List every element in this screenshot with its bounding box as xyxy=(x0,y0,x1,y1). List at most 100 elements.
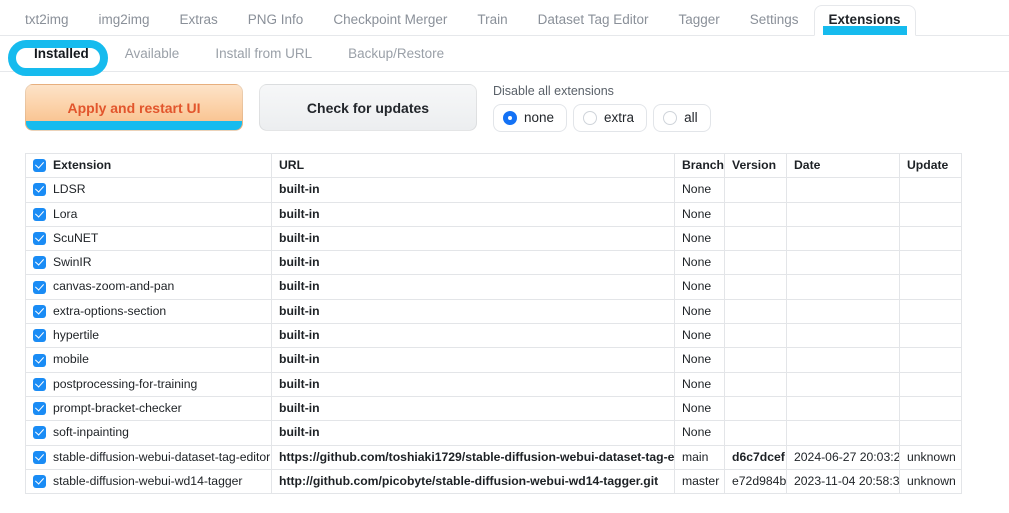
main-tab-label: img2img xyxy=(99,12,150,27)
cell-extension-name: LDSR xyxy=(26,178,272,202)
cell-url[interactable]: built-in xyxy=(272,421,675,445)
extension-name-label: canvas-zoom-and-pan xyxy=(53,280,174,293)
extensions-table-head: Extension URL Branch Version Date Update xyxy=(26,154,962,178)
cell-date xyxy=(787,251,900,275)
cell-date xyxy=(787,226,900,250)
extension-enabled-checkbox[interactable] xyxy=(33,402,46,415)
extension-enabled-checkbox[interactable] xyxy=(33,256,46,269)
check-for-updates-button[interactable]: Check for updates xyxy=(259,84,477,131)
main-tab-label: Checkpoint Merger xyxy=(333,12,447,27)
main-tab-txt2img[interactable]: txt2img xyxy=(10,5,84,36)
apply-and-restart-ui-label: Apply and restart UI xyxy=(67,100,200,116)
disable-all-extensions-label: Disable all extensions xyxy=(493,85,711,98)
cell-date xyxy=(787,178,900,202)
main-tab-dataset-tag-editor[interactable]: Dataset Tag Editor xyxy=(523,5,664,36)
select-all-checkbox[interactable] xyxy=(33,159,46,172)
main-tab-settings[interactable]: Settings xyxy=(735,5,814,36)
cell-version xyxy=(725,324,787,348)
extension-enabled-checkbox[interactable] xyxy=(33,354,46,367)
main-tab-png-info[interactable]: PNG Info xyxy=(233,5,319,36)
cell-url[interactable]: https://github.com/toshiaki1729/stable-d… xyxy=(272,445,675,469)
extensions-tab-highlight-annotation xyxy=(823,26,907,35)
radio-option-all[interactable]: all xyxy=(653,104,711,132)
sub-tab-installed[interactable]: Installed xyxy=(16,41,107,67)
cell-url[interactable]: built-in xyxy=(272,299,675,323)
table-row: hypertilebuilt-inNone xyxy=(26,324,962,348)
table-row: ScuNETbuilt-inNone xyxy=(26,226,962,250)
extension-name-label: ScuNET xyxy=(53,232,98,245)
extension-name-label: postprocessing-for-training xyxy=(53,378,197,391)
extension-enabled-checkbox[interactable] xyxy=(33,281,46,294)
cell-version: d6c7dcef xyxy=(725,445,787,469)
cell-url[interactable]: built-in xyxy=(272,202,675,226)
cell-url[interactable]: built-in xyxy=(272,226,675,250)
cell-branch: None xyxy=(675,324,725,348)
radio-dot-icon[interactable] xyxy=(663,111,677,125)
apply-and-restart-ui-button[interactable]: Apply and restart UI xyxy=(25,84,243,131)
cell-url[interactable]: built-in xyxy=(272,396,675,420)
extension-enabled-checkbox[interactable] xyxy=(33,183,46,196)
main-tab-extras[interactable]: Extras xyxy=(165,5,233,36)
table-row: stable-diffusion-webui-wd14-tagger http:/… xyxy=(26,469,962,493)
sub-tab-available[interactable]: Available xyxy=(107,41,198,67)
cell-version xyxy=(725,251,787,275)
cell-url[interactable]: built-in xyxy=(272,275,675,299)
extension-name-label: stable-diffusion-webui-wd14-tagger xyxy=(53,475,242,488)
main-tab-checkpoint-merger[interactable]: Checkpoint Merger xyxy=(318,5,462,36)
header-extension: Extension xyxy=(26,154,272,178)
sub-tab-backup-restore[interactable]: Backup/Restore xyxy=(330,41,462,67)
cell-date xyxy=(787,348,900,372)
extension-enabled-checkbox[interactable] xyxy=(33,208,46,221)
radio-dot-icon[interactable] xyxy=(503,111,517,125)
cell-url[interactable]: built-in xyxy=(272,372,675,396)
cell-branch: None xyxy=(675,421,725,445)
extension-enabled-checkbox[interactable] xyxy=(33,378,46,391)
extension-enabled-checkbox[interactable] xyxy=(33,426,46,439)
radio-dot-icon[interactable] xyxy=(583,111,597,125)
radio-option-label: none xyxy=(524,111,554,125)
extensions-controls-row: Apply and restart UI Check for updates D… xyxy=(0,72,1009,142)
cell-url[interactable]: built-in xyxy=(272,324,675,348)
cell-update xyxy=(900,226,962,250)
cell-date: 2023-11-04 20:58:30 xyxy=(787,469,900,493)
cell-update xyxy=(900,372,962,396)
extension-name-label: mobile xyxy=(53,353,89,366)
cell-url[interactable]: built-in xyxy=(272,348,675,372)
header-update: Update xyxy=(900,154,962,178)
cell-extension-name: canvas-zoom-and-pan xyxy=(26,275,272,299)
radio-option-none[interactable]: none xyxy=(493,104,567,132)
cell-date: 2024-06-27 20:03:26 xyxy=(787,445,900,469)
main-tab-label: Settings xyxy=(750,12,799,27)
main-tab-train[interactable]: Train xyxy=(462,5,522,36)
extension-enabled-checkbox[interactable] xyxy=(33,451,46,464)
extension-enabled-checkbox[interactable] xyxy=(33,475,46,488)
cell-date xyxy=(787,372,900,396)
cell-version xyxy=(725,421,787,445)
cell-update xyxy=(900,421,962,445)
disable-all-extensions-radio-row: none extraall xyxy=(493,104,711,132)
cell-extension-name: stable-diffusion-webui-dataset-tag-edito… xyxy=(26,445,272,469)
extension-name-label: prompt-bracket-checker xyxy=(53,402,182,415)
main-tab-tagger[interactable]: Tagger xyxy=(663,5,734,36)
disable-all-extensions-group: Disable all extensions none extraall xyxy=(493,84,711,132)
sub-tab-install-from-url[interactable]: Install from URL xyxy=(197,41,330,67)
cell-branch: None xyxy=(675,275,725,299)
main-tab-extensions[interactable]: Extensions xyxy=(814,5,916,37)
table-row: LDSRbuilt-inNone xyxy=(26,178,962,202)
main-tab-bar: txt2img img2img ExtrasPNG Info Checkpoint M… xyxy=(0,0,1009,36)
extensions-table: Extension URL Branch Version Date Update… xyxy=(25,153,962,494)
cell-url[interactable]: http://github.com/picobyte/stable-diffus… xyxy=(272,469,675,493)
extension-enabled-checkbox[interactable] xyxy=(33,305,46,318)
cell-url[interactable]: built-in xyxy=(272,251,675,275)
radio-option-extra[interactable]: extra xyxy=(573,104,647,132)
apply-button-highlight-annotation xyxy=(26,121,242,130)
cell-update xyxy=(900,396,962,420)
cell-url[interactable]: built-in xyxy=(272,178,675,202)
extensions-table-container: Extension URL Branch Version Date Update… xyxy=(0,142,1009,494)
extension-enabled-checkbox[interactable] xyxy=(33,232,46,245)
extension-enabled-checkbox[interactable] xyxy=(33,329,46,342)
cell-branch: None xyxy=(675,396,725,420)
cell-version xyxy=(725,202,787,226)
extension-name-label: extra-options-section xyxy=(53,305,166,318)
main-tab-img2img[interactable]: img2img xyxy=(84,5,165,36)
